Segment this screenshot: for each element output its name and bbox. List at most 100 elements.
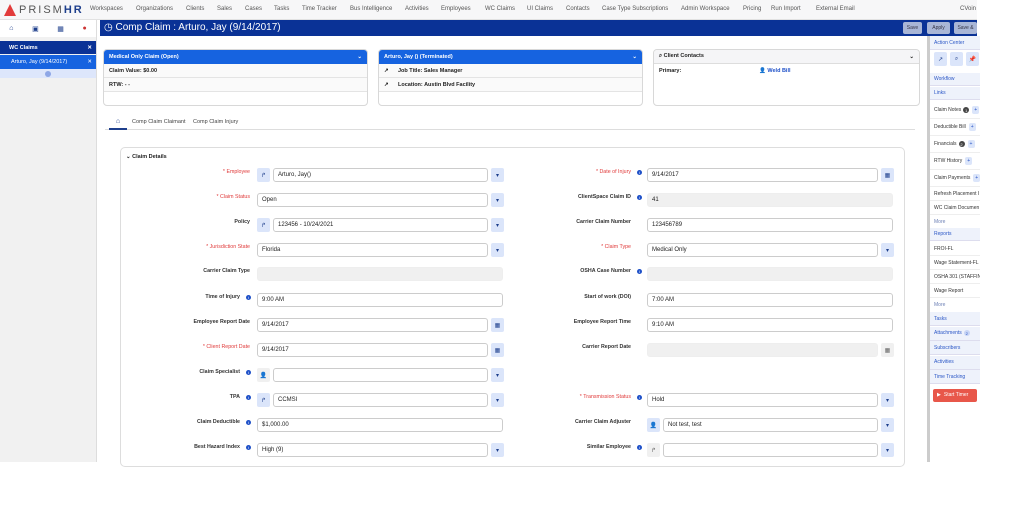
link-item[interactable]: WC Claim Documen [930,201,980,215]
tab-comp-claim-injury[interactable]: Comp Claim Injury [193,119,238,125]
report-item[interactable]: Wage Statement-FL [930,256,980,270]
close-icon[interactable]: ✕ [87,59,92,65]
apply-button[interactable]: Apply [927,22,950,34]
link-item[interactable]: Financials 2 + [930,136,980,153]
nav-external-email[interactable]: External Email [816,6,855,12]
section-activities[interactable]: Activities [930,355,980,370]
input-tpa[interactable]: CCMSI [273,393,488,407]
calendar-icon[interactable]: ▦ [881,168,894,182]
link-item[interactable]: RTW History + [930,153,980,170]
nav-run-import[interactable]: Run Import [771,6,801,12]
input-claim-specialist[interactable] [273,368,488,382]
chevron-down-icon[interactable]: ⌄ [632,54,637,60]
input-policy[interactable]: 123456 - 10/24/2021 [273,218,488,232]
section-time-tracking[interactable]: Time Tracking [930,370,980,384]
chevron-down-icon[interactable]: ▾ [491,368,504,382]
plus-icon[interactable]: + [965,157,973,165]
external-link-icon[interactable]: ↗ [384,68,398,74]
input-best-hazard-index[interactable]: High (9) [257,443,488,457]
input-time-of-injury[interactable]: 9:00 AM [257,293,503,307]
input-employee-report-date[interactable]: 9/14/2017 [257,318,488,332]
nav-contacts[interactable]: Contacts [566,6,590,12]
report-item[interactable]: OSHA 301 (STAFFING) [930,270,980,284]
info-icon[interactable]: i [637,170,642,175]
nav-sales[interactable]: Sales [217,6,232,12]
workflow-link[interactable]: Workflow [930,73,980,86]
sidebar-item-selected-claim[interactable]: Arturo, Jay (9/14/2017) ✕ [0,55,96,69]
info-icon[interactable]: i [246,395,251,400]
input-employee[interactable]: Arturo, Jay() [273,168,488,182]
info-icon[interactable]: i [246,370,251,375]
link-arrow-icon[interactable]: ↱ [647,443,660,457]
input-claim-deductible[interactable]: $1,000.00 [257,418,503,432]
tab-home[interactable]: ⌂ [109,115,127,130]
input-similar-employee[interactable] [663,443,878,457]
nav-organizations[interactable]: Organizations [136,6,173,12]
person-icon[interactable]: 👤 [257,368,270,382]
input-transmission-status[interactable]: Hold [647,393,878,407]
external-link-icon[interactable]: ↗ [384,82,398,88]
input-carrier-claim-number[interactable]: 123456789 [647,218,893,232]
input-start-of-work-doi[interactable]: 7:00 AM [647,293,893,307]
section-subscribers[interactable]: Subscribers [930,341,980,355]
calendar-icon[interactable]: ▦ [57,25,64,33]
tab-comp-claim-claimant[interactable]: Comp Claim Claimant [132,119,186,125]
home-icon[interactable]: ⌂ [9,25,13,32]
search-icon[interactable]: ⌕ [950,52,963,66]
section-toggle[interactable]: ⌄ Claim Details [126,154,167,160]
info-icon[interactable]: i [637,395,642,400]
info-icon[interactable]: i [246,420,251,425]
external-link-icon[interactable]: ↗ [934,52,947,66]
input-date-of-injury[interactable]: 9/14/2017 [647,168,878,182]
input-claim-status[interactable]: Open [257,193,488,207]
chevron-down-icon[interactable]: ⌄ [357,54,362,60]
save-close-button[interactable]: Save & [954,22,977,34]
nav-bus-intelligence[interactable]: Bus Intelligence [350,6,392,12]
nav-wc-claims[interactable]: WC Claims [485,6,515,12]
chevron-down-icon[interactable]: ▾ [881,243,894,257]
sidebar-more-button[interactable] [0,69,96,78]
plus-icon[interactable]: + [968,123,976,131]
chevron-down-icon[interactable]: ▾ [881,393,894,407]
section-tasks[interactable]: Tasks [930,312,980,326]
input-employee-report-time[interactable]: 9:10 AM [647,318,893,332]
more-reports[interactable]: More [930,298,980,311]
start-timer-button[interactable]: ▶ Start Timer [930,388,980,402]
inbox-icon[interactable]: ▣ [32,25,39,33]
report-item[interactable]: Wage Report [930,284,980,298]
link-item[interactable]: Refresh Placement I [930,187,980,201]
plus-icon[interactable]: + [967,140,975,148]
nav-clients[interactable]: Clients [186,6,204,12]
nav-tasks[interactable]: Tasks [274,6,289,12]
nav-ui-claims[interactable]: UI Claims [527,6,553,12]
close-icon[interactable]: ✕ [87,45,92,51]
info-icon[interactable]: i [246,295,251,300]
chevron-down-icon[interactable]: ▾ [881,443,894,457]
link-arrow-icon[interactable]: ↱ [257,393,270,407]
pin-icon[interactable]: 📌 [966,52,979,66]
link-item[interactable]: Deductible Bill + [930,119,980,136]
info-icon[interactable]: i [246,445,251,450]
nav-employees[interactable]: Employees [441,6,471,12]
link-arrow-icon[interactable]: ↱ [257,168,270,182]
prismhr-logo[interactable]: PRISMHR [4,3,84,17]
input-carrier-claim-adjuster[interactable]: Not test, test [663,418,878,432]
chevron-down-icon[interactable]: ⌄ [909,54,914,60]
save-button[interactable]: Save [903,22,922,34]
info-icon[interactable]: i [637,445,642,450]
link-item[interactable]: Claim Notes 1 + [930,102,980,119]
primary-contact-link[interactable]: Weld Bill [767,68,790,74]
nav-workspaces[interactable]: Workspaces [90,6,123,12]
person-icon[interactable]: 👤 [647,418,660,432]
input-client-report-date[interactable]: 9/14/2017 [257,343,488,357]
more-links[interactable]: More [930,215,980,228]
user-name[interactable]: CVoin [960,6,976,12]
link-item[interactable]: Claim Payments + [930,170,980,187]
sidebar-section-wc-claims[interactable]: WC Claims ✕ [0,41,96,54]
nav-case-type-subscriptions[interactable]: Case Type Subscriptions [602,6,668,12]
input-claim-type[interactable]: Medical Only [647,243,878,257]
nav-cases[interactable]: Cases [245,6,262,12]
plus-icon[interactable]: + [973,174,980,182]
nav-time-tracker[interactable]: Time Tracker [302,6,337,12]
input-jurisdiction-state[interactable]: Florida [257,243,488,257]
